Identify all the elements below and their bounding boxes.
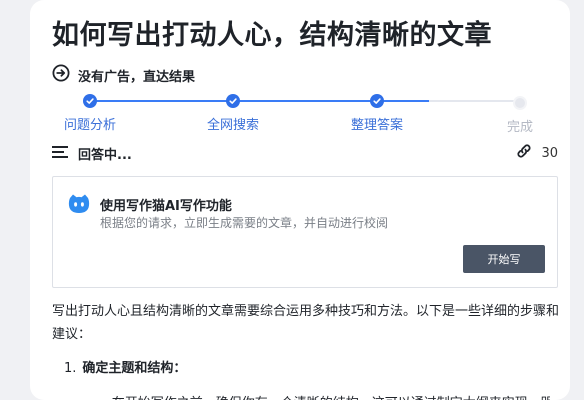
promo-title: 使用写作猫AI写作功能 (100, 199, 232, 214)
step-analysis: 问题分析 (30, 92, 150, 133)
list-item-number: 1. (64, 361, 77, 376)
promo-subtitle: 根据您的请求，立即生成需要的文章，并自动进行校阅 (100, 216, 389, 230)
answer-status-text: 回答中... (78, 147, 132, 163)
cat-logo-icon (67, 192, 91, 220)
tagline-text: 没有广告，直达结果 (78, 69, 196, 85)
step-label: 全网搜索 (206, 118, 259, 133)
list-lines-icon (52, 144, 68, 163)
step-organize: 整理答案 (317, 92, 437, 133)
partial-bullet-line: • 在开始写作之前，确保你有一个清晰的结构，这可以通过制定大纲来实现，明确每 (100, 392, 550, 400)
answer-list: 1. 确定主题和结构： (64, 357, 554, 376)
sources-count: 30 (541, 145, 558, 161)
page-title: 如何写出打动人心，结构清晰的文章 (52, 20, 492, 51)
list-item: 1. 确定主题和结构： (64, 357, 554, 376)
check-icon (370, 94, 384, 108)
step-label: 完成 (506, 120, 533, 135)
step-search: 全网搜索 (173, 92, 293, 133)
answer-card: 如何写出打动人心，结构清晰的文章 没有广告，直达结果 问题分析 全网搜索 整理答… (30, 0, 570, 400)
check-icon (226, 94, 240, 108)
tagline: 没有广告，直达结果 (52, 64, 196, 86)
progress-steps: 问题分析 全网搜索 整理答案 完成 (30, 92, 570, 135)
list-item-title: 确定主题和结构： (82, 361, 187, 376)
pending-dot-icon (513, 96, 527, 110)
check-icon (83, 94, 97, 108)
step-label: 整理答案 (350, 118, 403, 133)
answer-status-bar: 回答中... 30 (52, 143, 558, 163)
sources-link[interactable]: 30 (515, 142, 558, 164)
writing-cat-promo: 使用写作猫AI写作功能 根据您的请求，立即生成需要的文章，并自动进行校阅 开始写 (52, 176, 558, 288)
start-writing-button[interactable]: 开始写 (463, 245, 545, 273)
step-complete: 完成 (460, 92, 570, 135)
step-label: 问题分析 (63, 118, 116, 133)
link-icon (515, 142, 533, 164)
arrow-right-circle-icon (52, 64, 70, 86)
answer-intro: 写出打动人心且结构清晰的文章需要综合运用多种技巧和方法。以下是一些详细的步骤和建… (52, 304, 560, 342)
